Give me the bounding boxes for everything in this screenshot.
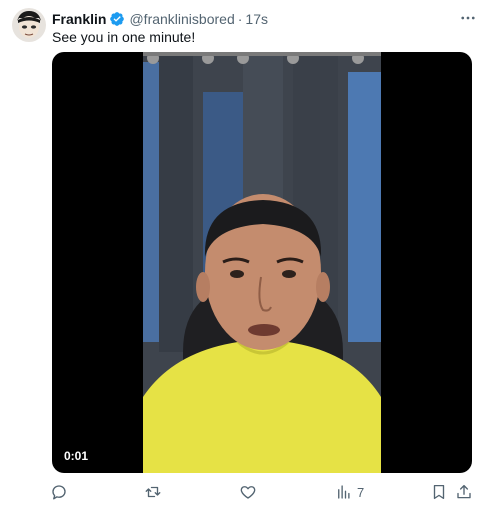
retweet-icon (145, 486, 161, 498)
share-button[interactable] (455, 483, 473, 501)
video-timestamp: 0:01 (58, 447, 95, 465)
tweet-actions: 7 (46, 480, 478, 504)
avatar-image (12, 8, 46, 42)
video-frame (143, 52, 381, 473)
separator-dot: · (237, 11, 243, 27)
video-thumbnail (143, 52, 381, 473)
tweet-text: See you in one minute! (52, 29, 196, 45)
heart-icon (240, 486, 256, 499)
more-options-icon[interactable] (456, 8, 480, 28)
share-icon (457, 484, 471, 499)
author-avatar[interactable] (12, 8, 46, 42)
tweet-header: Franklin @franklinisbored · 17s (52, 9, 478, 29)
views-button[interactable]: 7 (335, 483, 364, 501)
tweet: Franklin @franklinisbored · 17s See you … (0, 0, 494, 512)
retweet-button[interactable] (144, 483, 162, 501)
views-count: 7 (357, 484, 365, 500)
reply-button[interactable] (50, 483, 68, 501)
author-name[interactable]: Franklin (52, 11, 106, 27)
like-button[interactable] (239, 483, 257, 501)
bookmark-icon (433, 484, 445, 500)
tweet-time[interactable]: 17s (245, 11, 268, 27)
bookmark-button[interactable] (430, 483, 448, 501)
verified-badge-icon (109, 11, 125, 27)
author-handle[interactable]: @franklinisbored (129, 11, 234, 27)
video-player[interactable]: 0:01 (52, 52, 472, 473)
reply-icon (52, 485, 66, 500)
views-chart-icon (338, 485, 350, 499)
